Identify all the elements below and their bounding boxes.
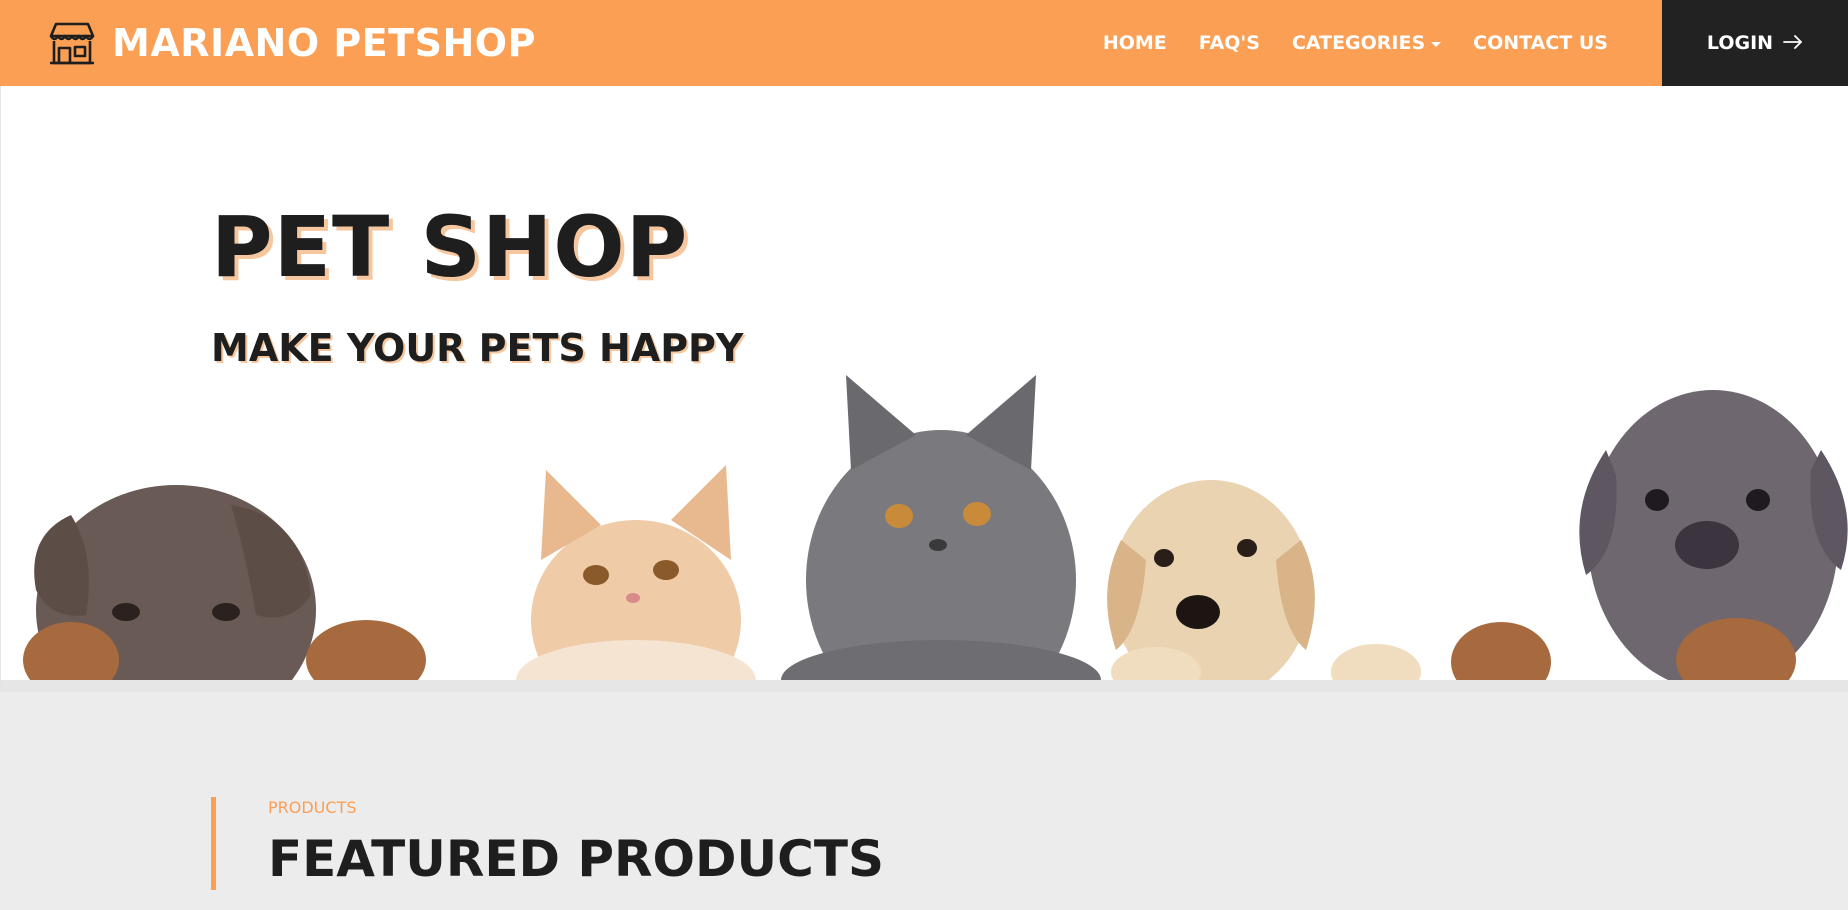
nav-faqs[interactable]: FAQ'S — [1199, 32, 1260, 54]
puppy-right-image — [1451, 390, 1848, 692]
brand-link[interactable]: MARIANO PETSHOP — [48, 14, 536, 72]
hero-subtitle: MAKE YOUR PETS HAPPY — [211, 326, 744, 370]
featured-products-section: PRODUCTS FEATURED PRODUCTS — [0, 692, 1848, 910]
kitten-grey-image — [781, 375, 1101, 692]
top-navbar: MARIANO PETSHOP HOME FAQ'S CATEGORIES CO… — [0, 0, 1848, 86]
nav-contact-us[interactable]: CONTACT US — [1473, 32, 1608, 54]
section-title: FEATURED PRODUCTS — [268, 830, 884, 888]
caret-down-icon — [1431, 41, 1442, 47]
pets-banner-image — [23, 375, 1848, 692]
puppy-left-image — [23, 485, 426, 692]
section-accent-bar — [211, 797, 216, 890]
puppy-golden-image — [1107, 480, 1421, 692]
hero-title: PET SHOP — [211, 198, 689, 296]
main-nav: HOME FAQ'S CATEGORIES CONTACT US — [1103, 0, 1608, 86]
nav-contact-label: CONTACT US — [1473, 32, 1608, 54]
nav-categories-label: CATEGORIES — [1291, 32, 1426, 54]
section-kicker: PRODUCTS — [268, 798, 357, 817]
nav-faqs-label: FAQ'S — [1198, 32, 1260, 54]
nav-home-label: HOME — [1102, 32, 1167, 54]
nav-categories-dropdown[interactable]: CATEGORIES — [1291, 32, 1442, 54]
brand-name: MARIANO PETSHOP — [112, 21, 536, 65]
kitten-ginger-image — [516, 465, 756, 692]
nav-home[interactable]: HOME — [1103, 32, 1167, 54]
arrow-right-icon — [1783, 32, 1803, 54]
login-button[interactable]: LOGIN — [1662, 0, 1848, 86]
login-label: LOGIN — [1706, 32, 1774, 54]
banner-ledge — [1, 680, 1848, 692]
store-icon — [48, 20, 96, 66]
hero-banner: PET SHOP MAKE YOUR PETS HAPPY — [0, 86, 1848, 692]
